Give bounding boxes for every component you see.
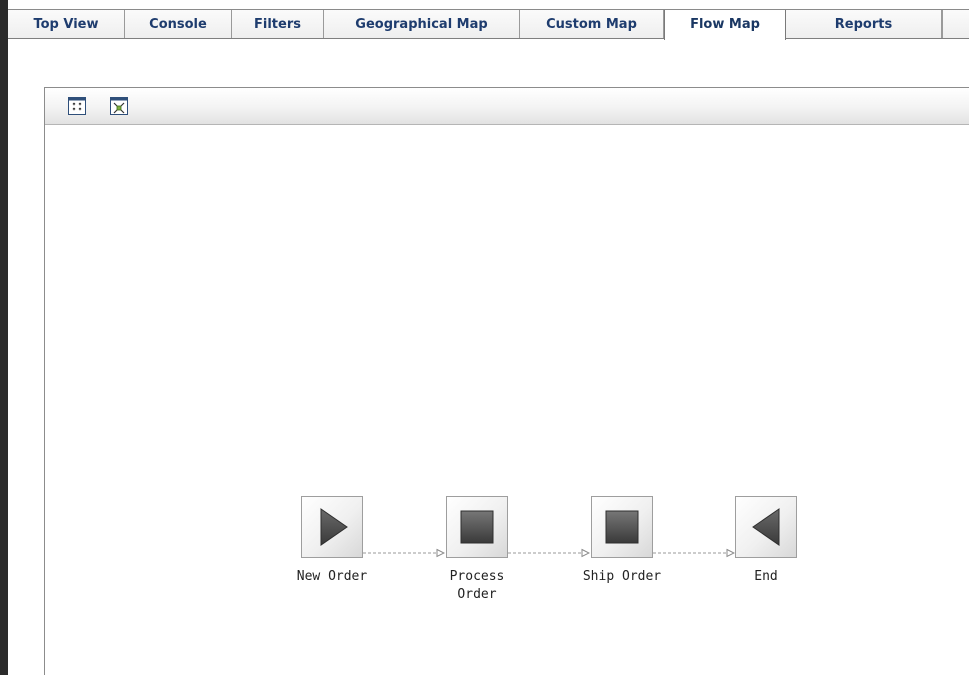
flow-connector bbox=[363, 548, 445, 558]
node-box bbox=[735, 496, 797, 558]
stop-square-icon bbox=[460, 510, 494, 544]
tab-bar-underline bbox=[8, 38, 969, 39]
tab-bar-filler bbox=[942, 10, 969, 39]
top-margin bbox=[0, 0, 969, 9]
left-border bbox=[0, 0, 8, 675]
flow-canvas[interactable]: New Order Process Order Ship Order End bbox=[45, 125, 969, 675]
flow-connector bbox=[653, 548, 735, 558]
collapse-all-icon bbox=[68, 97, 86, 115]
flow-node-label: Ship Order bbox=[582, 569, 662, 584]
tab-custom-map[interactable]: Custom Map bbox=[520, 10, 664, 39]
stop-square-icon bbox=[605, 510, 639, 544]
node-box bbox=[301, 496, 363, 558]
node-box bbox=[591, 496, 653, 558]
tab-reports[interactable]: Reports bbox=[786, 10, 942, 39]
flow-connector bbox=[508, 548, 590, 558]
node-box bbox=[446, 496, 508, 558]
flow-node-label: Process Order bbox=[449, 569, 505, 602]
flow-node-process-order[interactable] bbox=[446, 496, 508, 558]
reverse-triangle-icon bbox=[752, 508, 780, 546]
flow-node-label: End bbox=[754, 569, 778, 584]
collapse-all-button[interactable] bbox=[67, 96, 87, 116]
tab-flow-map[interactable]: Flow Map bbox=[664, 10, 786, 40]
panel-toolbar bbox=[45, 88, 969, 125]
tab-top-view[interactable]: Top View bbox=[8, 10, 125, 39]
flow-node-end[interactable] bbox=[735, 496, 797, 558]
flow-node-ship-order[interactable] bbox=[591, 496, 653, 558]
tab-console[interactable]: Console bbox=[125, 10, 232, 39]
flow-node-new-order[interactable] bbox=[301, 496, 363, 558]
fit-to-window-button[interactable] bbox=[109, 96, 129, 116]
tab-geographical-map[interactable]: Geographical Map bbox=[324, 10, 520, 39]
fit-to-window-icon bbox=[110, 97, 128, 115]
flow-map-panel: New Order Process Order Ship Order End bbox=[44, 87, 969, 675]
tab-bar: Top View Console Filters Geographical Ma… bbox=[8, 9, 969, 40]
play-triangle-icon bbox=[320, 508, 348, 546]
flow-node-label: New Order bbox=[296, 569, 368, 584]
tab-filters[interactable]: Filters bbox=[232, 10, 324, 39]
flow-map-app: Top View Console Filters Geographical Ma… bbox=[0, 0, 969, 675]
